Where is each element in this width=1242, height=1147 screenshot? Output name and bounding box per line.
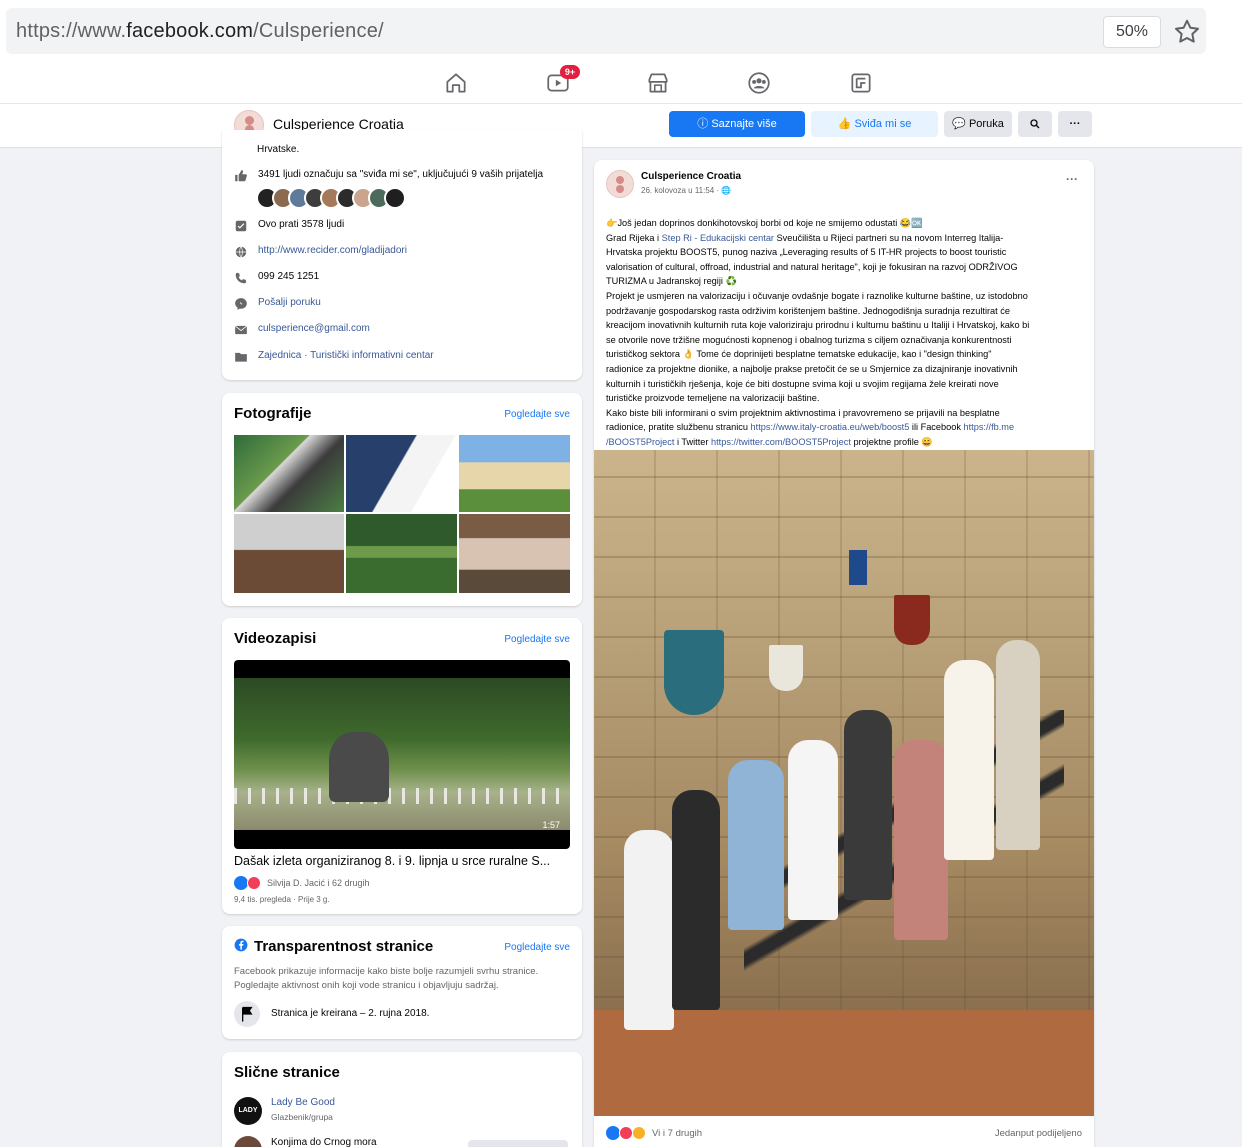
video-reactors[interactable]: Silvija D. Jacić i 62 drugih [267, 878, 370, 888]
transparency-desc: Pogledajte aktivnost onih koji vode stra… [234, 980, 499, 991]
wall-banner [849, 550, 867, 585]
gaming-icon[interactable] [848, 70, 874, 96]
mail-icon [234, 325, 248, 335]
twitter-link[interactable]: https://twitter.com/BOOST5Project [711, 437, 851, 447]
post-timestamp[interactable]: 26. kolovoza u 11:54 · 🌐 [641, 186, 731, 195]
wow-reaction-icon [632, 1126, 646, 1140]
post-photo[interactable] [594, 450, 1094, 1116]
address-bar[interactable]: https://www.facebook.com/Culsperience/ 5… [6, 8, 1206, 54]
videos-card: Videozapisi Pogledajte sve 1:57 Dašak iz… [222, 618, 582, 914]
facebook-top-nav: 9+ [0, 62, 1242, 104]
info-icon: ⓘ [697, 118, 712, 130]
wall-shield [894, 595, 930, 645]
similar-page-name[interactable]: Konjima do Crnog mora [271, 1137, 377, 1147]
project-website-link[interactable]: https://www.italy-croatia.eu/web/boost5 [751, 422, 910, 432]
like-reaction-icon [606, 1126, 620, 1140]
email-link[interactable]: culsperience@gmail.com [258, 323, 370, 334]
zoom-indicator[interactable]: 50% [1103, 16, 1161, 48]
photo-thumbnail[interactable] [459, 514, 570, 593]
photos-title: Fotografije [234, 405, 312, 422]
browser-toolbar: https://www.facebook.com/Culsperience/ 5… [0, 0, 1242, 62]
messenger-icon: 💬 [952, 118, 969, 130]
photo-thumbnail[interactable] [234, 514, 344, 593]
wall-shield [664, 630, 724, 715]
phone-icon [235, 272, 247, 284]
folder-icon [235, 352, 247, 362]
fb-link[interactable]: https://fb.me [964, 422, 1015, 432]
messenger-icon [235, 298, 247, 310]
similar-page-avatar[interactable] [234, 1136, 262, 1147]
similar-page-avatar[interactable]: LADY [234, 1097, 262, 1125]
watch-notification-badge: 9+ [560, 65, 580, 79]
globe-icon [235, 246, 247, 258]
step-ri-link[interactable]: Step Ri - Edukacijski centar [662, 233, 774, 243]
page-header-bar: Culsperience Croatia ⓘ Saznajte više 👍 S… [0, 104, 1242, 148]
video-meta: 9,4 tis. pregleda · Prije 3 g. [234, 895, 330, 904]
photo-thumbnail[interactable] [346, 514, 457, 593]
similar-pages-title: Slične stranice [234, 1064, 340, 1081]
globe-icon: 🌐 [721, 186, 732, 195]
photos-card: Fotografije Pogledajte sve [222, 393, 582, 606]
learn-more-button[interactable]: ⓘ Saznajte više [669, 111, 805, 137]
page-created-text: Stranica je kreirana – 2. rujna 2018. [271, 1008, 430, 1019]
thumbs-up-icon [235, 170, 247, 182]
photo-thumbnail[interactable] [459, 435, 570, 512]
more-options-button[interactable]: ··· [1058, 111, 1092, 137]
transparency-see-all-link[interactable]: Pogledajte sve [504, 942, 570, 953]
love-reaction-icon [247, 876, 261, 890]
post-body: 👉Još jedan doprinos donkihotovskoj borbi… [606, 218, 1030, 447]
follow-icon [235, 220, 247, 232]
like-reaction-icon [234, 876, 248, 890]
flag-icon [234, 1001, 260, 1027]
groups-icon[interactable] [746, 70, 772, 96]
about-card: Hrvatske. 3491 ljudi označuju sa "sviđa … [222, 130, 582, 380]
transparency-desc: Facebook prikazuje informacije kako bist… [234, 966, 539, 977]
transparency-card: Transparentnost stranice Pogledajte sve … [222, 926, 582, 1039]
videos-title: Videozapisi [234, 630, 317, 647]
category-link[interactable]: Zajednica · Turistički informativni cent… [258, 350, 434, 361]
fb-link-cont[interactable]: /BOOST5Project [606, 437, 674, 447]
search-icon [1030, 119, 1040, 129]
friend-avatar[interactable] [384, 187, 406, 209]
post-card: Culsperience Croatia 26. kolovoza u 11:5… [594, 160, 1094, 1147]
post-share-count[interactable]: Jedanput podijeljeno [995, 1128, 1082, 1139]
videos-see-all-link[interactable]: Pogledajte sve [504, 634, 570, 645]
search-button[interactable] [1018, 111, 1052, 137]
video-thumbnail[interactable]: 1:57 [234, 660, 570, 849]
post-author-avatar[interactable] [606, 170, 634, 198]
website-link[interactable]: http://www.recider.com/gladijadori [258, 245, 407, 256]
similar-pages-card: Slične stranice LADY Lady Be Good Glazbe… [222, 1052, 582, 1147]
photo-thumbnail[interactable] [346, 435, 457, 512]
post-options-button[interactable]: ··· [1066, 172, 1078, 186]
marketplace-icon[interactable] [645, 70, 671, 96]
post-author-name[interactable]: Culsperience Croatia [641, 171, 741, 182]
video-title[interactable]: Dašak izleta organiziranog 8. i 9. lipnj… [234, 854, 550, 868]
like-page-button[interactable]: 👍 Sviđa mi se [811, 111, 938, 137]
message-button[interactable]: 💬 Poruka [944, 111, 1012, 137]
post-reaction-count[interactable]: Vi i 7 drugih [652, 1128, 702, 1139]
bookmark-star-icon[interactable] [1172, 17, 1202, 47]
photos-see-all-link[interactable]: Pogledajte sve [504, 409, 570, 420]
wall-shield [769, 645, 803, 691]
photo-thumbnail[interactable] [234, 435, 344, 512]
like-similar-page-button[interactable] [468, 1140, 568, 1147]
group-of-people [624, 640, 1044, 1070]
facebook-icon [234, 938, 248, 952]
video-duration: 1:57 [542, 820, 560, 830]
thumbs-up-icon: 👍 [837, 118, 855, 130]
home-icon[interactable] [443, 70, 469, 96]
love-reaction-icon [619, 1126, 633, 1140]
similar-page-name[interactable]: Lady Be Good [271, 1097, 335, 1108]
send-message-link[interactable]: Pošalji poruku [258, 297, 321, 308]
about-cut-text: Hrvatske. [257, 144, 300, 155]
friends-faces [256, 187, 426, 211]
similar-page-category: Glazbenik/grupa [271, 1112, 333, 1122]
transparency-title: Transparentnost stranice [254, 938, 434, 955]
url-text[interactable]: https://www.facebook.com/Culsperience/ [16, 20, 384, 43]
